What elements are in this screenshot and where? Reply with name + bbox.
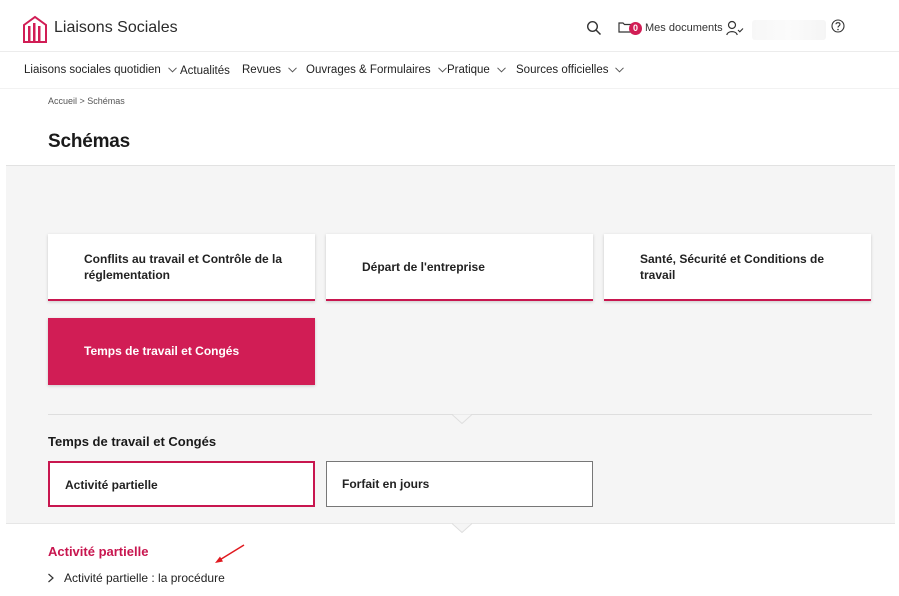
procedure-link[interactable]: Activité partielle : la procédure: [47, 571, 225, 585]
sub-card-activite-partielle[interactable]: Activité partielle: [48, 461, 315, 507]
nav-item-sources-officielles[interactable]: Sources officielles: [516, 64, 625, 76]
user-check-icon[interactable]: [726, 20, 744, 36]
search-icon[interactable]: [586, 20, 602, 36]
brand-name[interactable]: Liaisons Sociales: [54, 19, 178, 37]
help-icon[interactable]: [830, 18, 846, 34]
pointer-notch-icon: [452, 523, 472, 533]
brand-logo-icon[interactable]: [22, 15, 48, 43]
page-title: Schémas: [48, 131, 131, 152]
panel-bottom-divider: [6, 523, 895, 524]
chevron-down-icon: [167, 67, 177, 73]
category-card-conflits[interactable]: Conflits au travail et Contrôle de la ré…: [48, 234, 315, 301]
main-navigation: Liaisons sociales quotidien Actualités R…: [0, 52, 899, 89]
nav-item-pratique[interactable]: Pratique: [447, 64, 506, 76]
breadcrumb[interactable]: Accueil > Schémas: [48, 96, 125, 106]
category-card-depart[interactable]: Départ de l'entreprise: [326, 234, 593, 301]
nav-item-ouvrages-formulaires[interactable]: Ouvrages & Formulaires: [306, 64, 447, 76]
my-documents-link[interactable]: Mes documents: [645, 22, 723, 34]
procedure-link-label: Activité partielle : la procédure: [64, 571, 225, 585]
chevron-down-icon: [615, 67, 625, 73]
annotation-arrow-icon: [215, 544, 245, 563]
sub-card-forfait-en-jours[interactable]: Forfait en jours: [326, 461, 593, 507]
chevron-right-icon: [48, 573, 54, 583]
pointer-notch-icon: [452, 414, 472, 424]
user-name-placeholder[interactable]: [752, 20, 826, 40]
category-card-temps-de-travail[interactable]: Temps de travail et Congés: [48, 318, 315, 385]
section-title: Temps de travail et Congés: [48, 434, 217, 449]
chevron-down-icon: [496, 67, 506, 73]
chevron-down-icon: [437, 67, 447, 73]
detail-title: Activité partielle: [48, 544, 149, 559]
nav-item-revues[interactable]: Revues: [242, 64, 297, 76]
documents-count-badge: 0: [629, 22, 642, 35]
site-header: Liaisons Sociales 0 Mes documents: [0, 0, 899, 52]
nav-item-actualites[interactable]: Actualités: [180, 65, 230, 77]
category-card-sante-securite[interactable]: Santé, Sécurité et Conditions de travail: [604, 234, 871, 301]
chevron-down-icon: [288, 67, 297, 73]
nav-item-liaisons-sociales-quotidien[interactable]: Liaisons sociales quotidien: [24, 64, 177, 76]
